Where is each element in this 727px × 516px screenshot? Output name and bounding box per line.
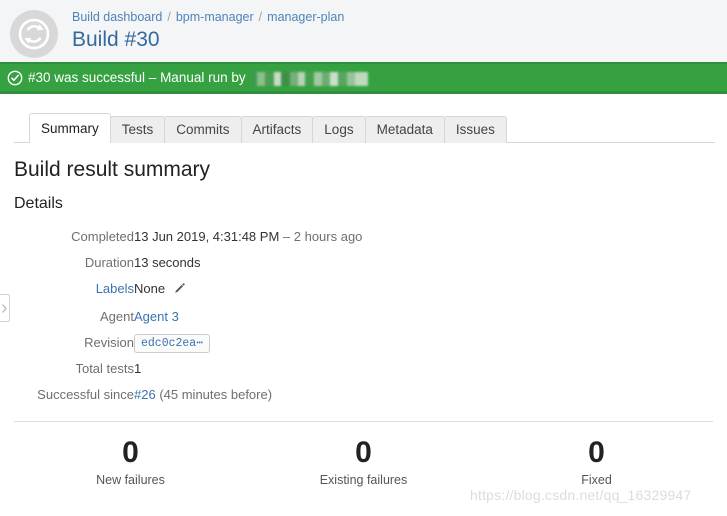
successful-since-relative: (45 minutes before) [159,387,273,402]
tab-commits[interactable]: Commits [164,116,242,143]
detail-value-agent: Agent 3 [134,304,362,330]
tab-commits-label: Commits [176,122,230,137]
table-row: Agent Agent 3 [14,304,362,330]
table-row: Total tests 1 [14,356,362,382]
stat-fixed-number: 0 [588,436,605,469]
check-circle-icon [7,70,23,85]
tab-metadata[interactable]: Metadata [364,116,445,143]
detail-value-completed: 13 Jun 2019, 4:31:48 PM – 2 hours ago [134,224,362,250]
successful-since-build-link[interactable]: #26 [134,387,156,402]
stat-existing-failures-label: Existing failures [319,473,408,487]
tab-tests-label: Tests [121,122,154,137]
detail-label-agent: Agent [100,309,134,324]
stat-new-failures-label: New failures [96,473,165,487]
stat-fixed-label: Fixed [581,473,612,487]
tab-artifacts-label: Artifacts [252,122,302,137]
tab-summary[interactable]: Summary [29,113,111,143]
breadcrumb-item-bpm-manager[interactable]: bpm-manager [176,10,254,24]
test-stats: 0 New failures 0 Existing failures 0 Fix… [14,436,713,489]
table-row: Revision edc0c2ea⋯ [14,330,362,356]
summary-panel: Build result summary Details Completed 1… [0,157,727,489]
detail-value-total-tests: 1 [134,361,142,376]
tab-issues[interactable]: Issues [443,116,507,143]
sidebar-collapse-handle[interactable] [0,294,10,322]
tab-bar: Summary Tests Commits Artifacts Logs Met… [0,113,727,143]
stat-new-failures: 0 New failures [14,436,247,489]
table-row: Successful since #26 (45 minutes before) [14,382,362,408]
stat-existing-failures-number: 0 [355,436,372,469]
active-tab-underline-gap [30,142,110,143]
page-header: Build dashboard / bpm-manager / manager-plan… [0,0,727,62]
tab-summary-label: Summary [41,121,99,136]
agent-link[interactable]: Agent 3 [134,309,179,324]
breadcrumb-item-build-dashboard[interactable]: Build dashboard [72,10,162,24]
page-title: Build #30 [72,28,160,51]
stat-existing-failures: 0 Existing failures [247,436,480,489]
breadcrumb-item-manager-plan[interactable]: manager-plan [267,10,344,24]
tab-logs-label: Logs [324,122,354,137]
build-details-table: Completed 13 Jun 2019, 4:31:48 PM – 2 ho… [14,224,362,408]
table-row: Completed 13 Jun 2019, 4:31:48 PM – 2 ho… [14,224,362,250]
detail-label-labels[interactable]: Labels [14,276,134,304]
tab-artifacts[interactable]: Artifacts [240,116,314,143]
build-status-banner: #30 was successful – Manual run by [0,62,727,94]
breadcrumb-separator-2: / [258,10,263,24]
detail-label-successful-since: Successful since [37,387,134,402]
build-refresh-icon [10,10,58,58]
breadcrumb-separator-1: / [167,10,171,24]
revision-hash-pill[interactable]: edc0c2ea⋯ [134,334,211,353]
section-title: Build result summary [14,158,211,181]
breadcrumb: Build dashboard / bpm-manager / manager-plan [72,9,344,25]
detail-value-revision: edc0c2ea⋯ [134,330,362,356]
detail-value-duration: 13 seconds [134,255,201,270]
detail-label-revision: Revision [84,335,134,350]
tab-issues-label: Issues [455,122,495,137]
pencil-icon[interactable] [173,278,186,304]
table-row: Labels None [14,276,362,304]
detail-value-completed-date: 13 Jun 2019, 4:31:48 PM [134,229,280,244]
details-sub-title: Details [14,195,63,212]
detail-value-labels: None [134,276,362,304]
csdn-watermark: https://blog.csdn.net/qq_16329947 [470,487,692,503]
table-row: Duration 13 seconds [14,250,362,276]
tab-logs[interactable]: Logs [312,116,366,143]
tab-metadata-label: Metadata [376,122,433,137]
stats-divider [14,421,713,422]
detail-value-successful-since: #26 (45 minutes before) [134,382,362,408]
banner-message-text: #30 was successful – Manual run by [28,70,246,85]
banner-message: #30 was successful – Manual run by [28,70,368,86]
detail-label-total-tests: Total tests [75,361,134,376]
tab-tests[interactable]: Tests [109,116,166,143]
detail-value-labels-text: None [134,281,166,296]
chevron-right-icon [2,303,7,313]
detail-label-duration: Duration [84,255,134,270]
banner-user-redacted [249,71,368,86]
detail-label-completed: Completed [71,229,134,244]
stat-fixed: 0 Fixed [480,436,713,489]
stat-new-failures-number: 0 [122,436,139,469]
detail-value-completed-relative: – 2 hours ago [282,229,363,244]
